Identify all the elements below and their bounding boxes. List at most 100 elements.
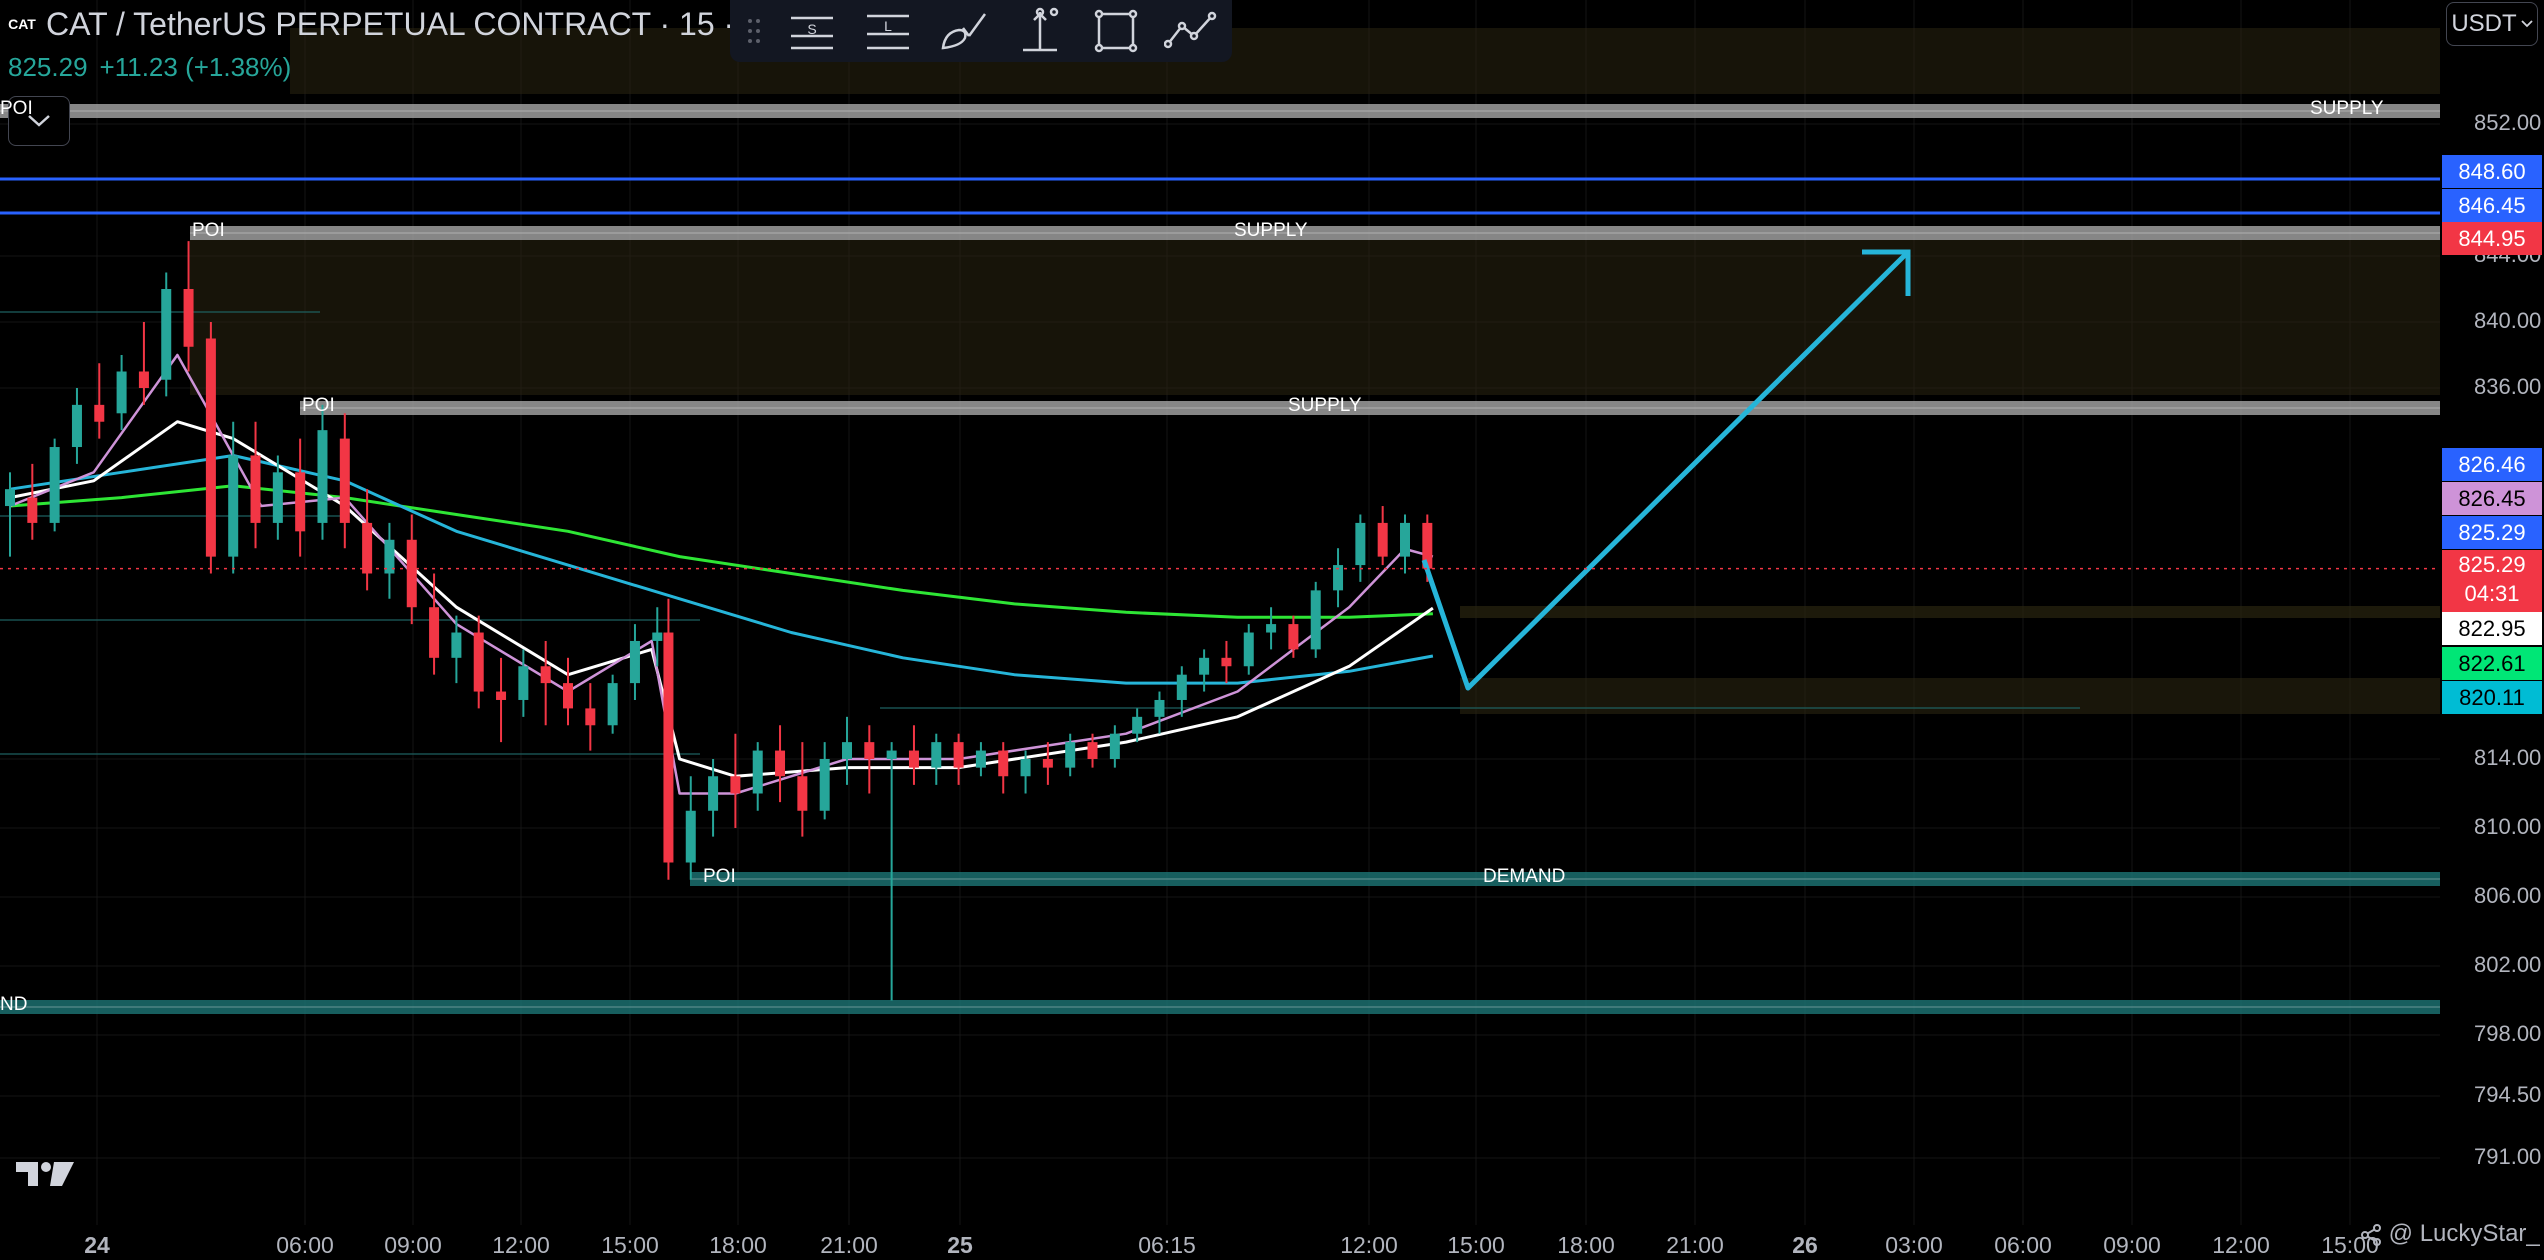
time-axis-label: 09:00 xyxy=(384,1232,442,1258)
time-axis-label: 25 xyxy=(947,1232,973,1258)
rectangle-button[interactable] xyxy=(1088,3,1144,59)
candle xyxy=(205,322,216,574)
supply-area-small xyxy=(1460,606,2440,618)
candle xyxy=(953,733,964,785)
candle xyxy=(94,363,105,439)
price-axis-label: 814.00 xyxy=(2474,745,2542,770)
candle xyxy=(339,413,350,549)
ema-white-line xyxy=(9,420,1434,778)
price-range-button[interactable] xyxy=(1012,3,1068,59)
price-tag: 825.29 xyxy=(2442,516,2542,549)
price-axis-label: 798.00 xyxy=(2474,1021,2542,1046)
candle xyxy=(797,742,808,837)
long-label: L xyxy=(884,18,892,34)
candle xyxy=(752,742,763,811)
poi-label: POI xyxy=(302,395,335,416)
price-tag: 826.46 xyxy=(2442,448,2542,481)
time-axis-label: 18:00 xyxy=(709,1232,767,1258)
candle xyxy=(1243,624,1254,675)
cat-logo-icon: CAT xyxy=(8,16,36,32)
candle xyxy=(1199,649,1210,692)
candle xyxy=(663,598,674,880)
long-position-icon: L xyxy=(867,14,909,50)
price-range-icon xyxy=(1023,7,1059,52)
candle xyxy=(1042,742,1053,785)
poi-label: POI xyxy=(0,98,33,119)
candle xyxy=(730,733,741,828)
time-axis-label: 21:00 xyxy=(820,1232,878,1258)
price-axis-label: 802.00 xyxy=(2474,952,2542,977)
candle xyxy=(1266,607,1277,650)
time-axis-label: 12:00 xyxy=(2212,1232,2270,1258)
brush-icon xyxy=(941,13,987,50)
ema-pink-line xyxy=(9,353,1434,795)
author-watermark: @ LuckyStar_ xyxy=(2360,1220,2540,1248)
price-tag: 846.45 xyxy=(2442,189,2542,222)
poi-label: POI xyxy=(703,866,736,887)
share-icon xyxy=(2361,1223,2381,1246)
supply-label: SUPPLY xyxy=(2310,98,2384,119)
candle xyxy=(975,742,986,777)
price-axis-label: 791.00 xyxy=(2474,1144,2542,1169)
candle xyxy=(1132,708,1143,743)
candle xyxy=(1333,548,1344,608)
time-axis-label: 03:00 xyxy=(1885,1232,1943,1258)
drawing-toolbar: S L xyxy=(730,0,1232,62)
time-axis-label: 06:00 xyxy=(276,1232,334,1258)
short-position-button[interactable]: S xyxy=(784,3,840,59)
price-change: +11.23 (+1.38%) xyxy=(99,52,292,82)
time-axis-label: 15:00 xyxy=(601,1232,659,1258)
candle xyxy=(5,472,15,557)
price-axis-label: 794.50 xyxy=(2474,1082,2542,1107)
demand-label: DEMAND xyxy=(1483,866,1566,887)
price-tag: 820.11 xyxy=(2442,681,2542,714)
short-position-icon: S xyxy=(791,16,833,50)
candle xyxy=(228,421,239,574)
price-axis-label: 806.00 xyxy=(2474,883,2542,908)
drag-handle-icon[interactable] xyxy=(744,3,764,59)
supply-label: SUPPLY xyxy=(1288,395,1362,416)
last-price: 825.29 xyxy=(8,52,88,82)
symbol-title[interactable]: CAT / TetherUS PERPETUAL CONTRACT · 15 ·… xyxy=(46,6,764,43)
price-tag: 825.29 04:31 xyxy=(2442,550,2542,612)
price-tag: 822.61 xyxy=(2442,647,2542,680)
time-axis-label: 21:00 xyxy=(1666,1232,1724,1258)
price-tag: 826.45 xyxy=(2442,482,2542,515)
candle xyxy=(775,725,786,803)
price-tag: 822.95 xyxy=(2442,612,2542,645)
candle xyxy=(496,657,507,743)
time-axis-label: 06:00 xyxy=(1994,1232,2052,1258)
demand-label: ND xyxy=(0,994,28,1015)
candle xyxy=(1065,733,1076,777)
bar-countdown: 04:31 xyxy=(2464,581,2520,606)
candle xyxy=(607,674,618,734)
short-label: S xyxy=(807,21,816,37)
time-axis-label: 18:00 xyxy=(1557,1232,1615,1258)
chart-canvas[interactable] xyxy=(0,0,2544,1260)
price-tag: 844.95 xyxy=(2442,222,2542,255)
ema-green-line xyxy=(9,484,1433,619)
rectangle-icon xyxy=(1094,9,1138,53)
price-axis-label: 840.00 xyxy=(2474,308,2542,333)
candle xyxy=(1377,506,1388,566)
candle xyxy=(250,421,261,549)
time-axis-label: 26 xyxy=(1792,1232,1818,1258)
candle xyxy=(1109,725,1120,768)
candle xyxy=(819,742,830,820)
candle xyxy=(998,742,1009,794)
currency-selector[interactable]: USDT xyxy=(2446,2,2538,46)
candle xyxy=(138,322,149,405)
brush-button[interactable] xyxy=(936,3,992,59)
currency-value: USDT xyxy=(2451,10,2517,37)
candle xyxy=(362,489,373,591)
candle xyxy=(1176,666,1187,717)
candle xyxy=(1154,691,1165,734)
path-button[interactable] xyxy=(1164,3,1220,59)
tradingview-logo-icon[interactable] xyxy=(14,1156,78,1193)
candle xyxy=(116,355,127,431)
candle xyxy=(908,725,919,785)
supply-area-main xyxy=(190,240,2440,395)
long-position-button[interactable]: L xyxy=(860,3,916,59)
symbol-header[interactable]: CAT CAT / TetherUS PERPETUAL CONTRACT · … xyxy=(8,4,764,44)
candle xyxy=(685,776,696,880)
